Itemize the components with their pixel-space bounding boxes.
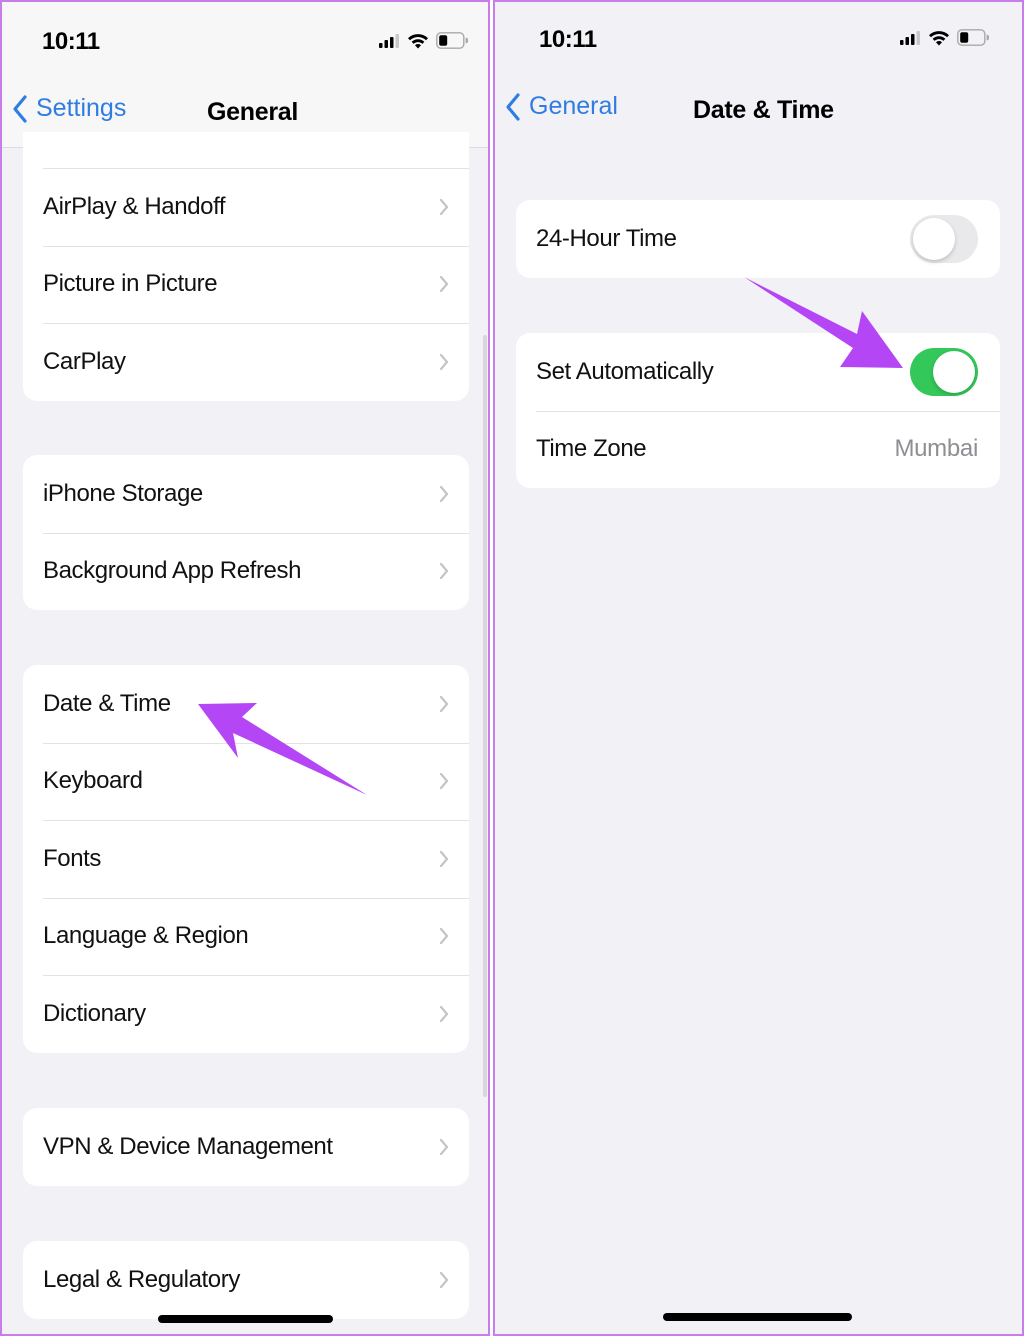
general-settings-screen: 10:11 Settings General AirPlay & Handoff… <box>0 0 490 1336</box>
list-item-label: 24-Hour Time <box>536 224 677 252</box>
status-bar-icons <box>379 32 468 49</box>
list-item-label: Language & Region <box>43 922 249 950</box>
back-button[interactable]: General <box>505 92 618 121</box>
settings-group-storage: iPhone Storage Background App Refresh <box>23 455 469 610</box>
list-item-label: Set Automatically <box>536 357 714 385</box>
home-indicator[interactable] <box>663 1313 852 1321</box>
back-button-label: General <box>529 92 618 120</box>
set-automatically-toggle[interactable] <box>910 347 978 396</box>
chevron-right-icon <box>439 276 449 293</box>
list-item-picture-in-picture[interactable]: Picture in Picture <box>23 245 469 324</box>
battery-icon <box>436 32 468 49</box>
list-item-iphone-storage[interactable]: iPhone Storage <box>23 455 469 533</box>
chevron-right-icon <box>439 850 449 867</box>
list-item-label: AirPlay & Handoff <box>43 192 226 220</box>
status-bar-time: 10:11 <box>539 26 597 53</box>
list-item-set-automatically: Set Automatically <box>516 333 1000 411</box>
navigation-bar: 10:11 Settings General <box>2 2 488 148</box>
list-item-label: Date & Time <box>43 689 171 717</box>
chevron-left-icon <box>13 94 27 123</box>
list-item-legal-regulatory[interactable]: Legal & Regulatory <box>23 1241 469 1319</box>
back-button-label: Settings <box>36 94 127 122</box>
list-item-24-hour-time: 24-Hour Time <box>516 200 1000 278</box>
list-item-label: Keyboard <box>43 767 143 795</box>
list-item-time-zone[interactable]: Time Zone Mumbai <box>516 410 1000 489</box>
chevron-left-icon <box>506 92 520 121</box>
status-bar-time: 10:11 <box>42 28 100 55</box>
chevron-right-icon <box>439 773 449 790</box>
chevron-right-icon <box>439 1005 449 1022</box>
list-item-label: Legal & Regulatory <box>43 1265 240 1293</box>
list-item-label: Dictionary <box>43 999 146 1027</box>
list-item-airplay-handoff[interactable]: AirPlay & Handoff <box>23 168 469 246</box>
list-item-language-region[interactable]: Language & Region <box>23 897 469 976</box>
list-item-label: Time Zone <box>536 435 647 463</box>
page-title: Date & Time <box>693 96 834 124</box>
list-item-background-app-refresh[interactable]: Background App Refresh <box>23 532 469 611</box>
time-zone-value: Mumbai <box>894 435 978 463</box>
chevron-right-icon <box>439 353 449 370</box>
chevron-right-icon <box>439 563 449 580</box>
battery-icon <box>957 29 989 46</box>
list-item-dictionary[interactable]: Dictionary <box>23 975 469 1053</box>
wifi-icon <box>929 30 949 45</box>
list-item-date-time[interactable]: Date & Time <box>23 665 469 743</box>
list-item-label: iPhone Storage <box>43 479 203 507</box>
chevron-right-icon <box>439 928 449 945</box>
list-item-label: Picture in Picture <box>43 270 218 298</box>
list-item-label: Background App Refresh <box>43 557 302 585</box>
chevron-right-icon <box>439 485 449 502</box>
settings-group-legal: Legal & Regulatory <box>23 1241 469 1319</box>
page-title: General <box>207 98 299 126</box>
24-hour-time-toggle[interactable] <box>910 214 978 263</box>
chevron-right-icon <box>439 695 449 712</box>
cellular-signal-icon <box>900 30 920 45</box>
chevron-right-icon <box>439 198 449 215</box>
list-item-label: VPN & Device Management <box>43 1132 333 1160</box>
chevron-right-icon <box>439 1271 449 1288</box>
settings-group-locale: Date & Time Keyboard Fonts Language & Re… <box>23 665 469 1053</box>
list-item-hidden-partial <box>23 132 469 168</box>
list-item-vpn-device-management[interactable]: VPN & Device Management <box>23 1108 469 1186</box>
settings-group-hour-format: 24-Hour Time <box>516 200 1000 278</box>
list-item-label: CarPlay <box>43 347 126 375</box>
back-button[interactable]: Settings <box>12 94 126 123</box>
list-item-label: Fonts <box>43 844 102 872</box>
toggle-knob <box>933 350 975 393</box>
home-indicator[interactable] <box>158 1315 333 1323</box>
cellular-signal-icon <box>379 33 399 48</box>
list-item-keyboard[interactable]: Keyboard <box>23 742 469 821</box>
status-bar-icons <box>900 29 989 46</box>
scrollbar[interactable] <box>483 335 487 1097</box>
settings-group-vpn: VPN & Device Management <box>23 1108 469 1186</box>
settings-group-automatic: Set Automatically Time Zone Mumbai <box>516 333 1000 488</box>
toggle-knob <box>913 217 955 260</box>
list-item-fonts[interactable]: Fonts <box>23 820 469 898</box>
list-item-carplay[interactable]: CarPlay <box>23 323 469 401</box>
wifi-icon <box>408 33 428 48</box>
settings-group-connectivity: AirPlay & Handoff Picture in Picture Car… <box>23 132 469 401</box>
navigation-bar: 10:11 General Date & Time <box>495 2 1022 148</box>
chevron-right-icon <box>439 1138 449 1155</box>
date-time-settings-screen: 10:11 General Date & Time 24-Hour Time S… <box>493 0 1024 1336</box>
